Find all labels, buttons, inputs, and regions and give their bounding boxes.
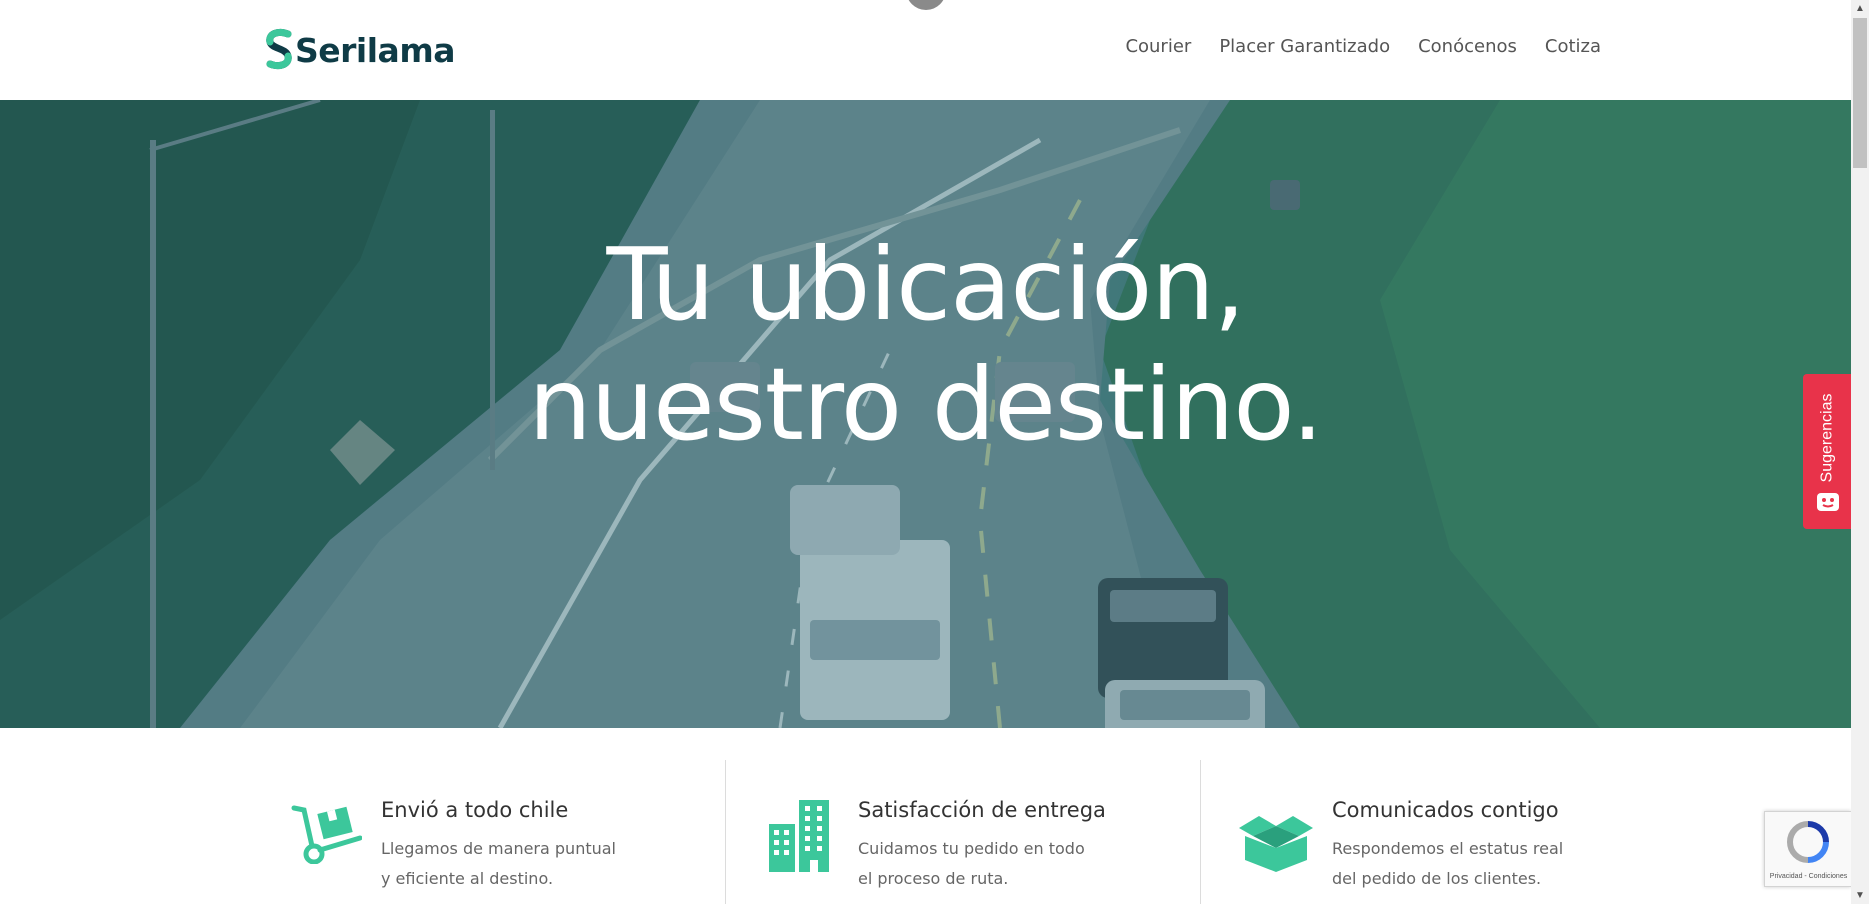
recaptcha-footer: Privacidad - Condiciones: [1769, 873, 1848, 880]
feature-desc-line-1: Cuidamos tu pedido en todo: [858, 839, 1085, 858]
nav-placer-garantizado[interactable]: Placer Garantizado: [1219, 36, 1390, 57]
nav-conocenos[interactable]: Conócenos: [1418, 36, 1517, 57]
feature-desc-line-1: Respondemos el estatus real: [1332, 839, 1564, 858]
recaptcha-badge[interactable]: Privacidad - Condiciones: [1764, 811, 1851, 887]
open-box-icon: [1239, 816, 1313, 872]
feature-desc-line-2: el proceso de ruta.: [858, 869, 1009, 888]
recaptcha-icon: [1787, 821, 1829, 863]
hero-banner: Tu ubicación, nuestro destino.: [0, 100, 1851, 728]
scroll-down-arrow-icon[interactable]: ▼: [1851, 887, 1869, 904]
top-indicator: [906, 0, 946, 10]
site-header: Serilama Courier Placer Garantizado Conó…: [0, 0, 1851, 100]
scrollbar-thumb[interactable]: [1853, 18, 1867, 168]
logo-mark-icon: [266, 28, 292, 70]
scroll-up-arrow-icon[interactable]: ▲: [1851, 0, 1869, 17]
main-nav: Courier Placer Garantizado Conócenos Cot…: [1125, 36, 1601, 57]
feature-desc-line-2: y eficiente al destino.: [381, 869, 554, 888]
feature-divider: [725, 760, 726, 904]
chat-bot-icon: [1817, 493, 1839, 511]
logo-text: Serilama: [295, 30, 455, 70]
page-scrollbar[interactable]: ▲ ▼: [1851, 0, 1869, 904]
hero-title-line-1: Tu ubicación,: [606, 226, 1245, 343]
hand-truck-icon: [291, 805, 362, 864]
hero-title: Tu ubicación, nuestro destino.: [0, 225, 1851, 465]
features-section: Envió a todo chile Llegamos de manera pu…: [0, 728, 1851, 904]
building-icon: [769, 800, 829, 872]
feature-item: Comunicados contigo Respondemos el estat…: [1237, 728, 1657, 904]
feature-item: Envió a todo chile Llegamos de manera pu…: [290, 728, 710, 904]
feature-desc-line-2: del pedido de los clientes.: [1332, 869, 1542, 888]
feature-title: Envió a todo chile: [381, 798, 569, 822]
feature-divider: [1200, 760, 1201, 904]
feature-item: Satisfacción de entrega Cuidamos tu pedi…: [767, 728, 1187, 904]
feature-title: Comunicados contigo: [1332, 798, 1559, 822]
feedback-tab-label: Sugerencias: [1818, 393, 1836, 483]
feature-title: Satisfacción de entrega: [858, 798, 1106, 822]
feature-desc-line-1: Llegamos de manera puntual: [381, 839, 616, 858]
nav-courier[interactable]: Courier: [1125, 36, 1191, 57]
nav-cotiza[interactable]: Cotiza: [1545, 36, 1601, 57]
feedback-tab[interactable]: Sugerencias: [1803, 374, 1851, 529]
logo[interactable]: Serilama: [264, 28, 455, 72]
hero-title-line-2: nuestro destino.: [528, 346, 1323, 463]
